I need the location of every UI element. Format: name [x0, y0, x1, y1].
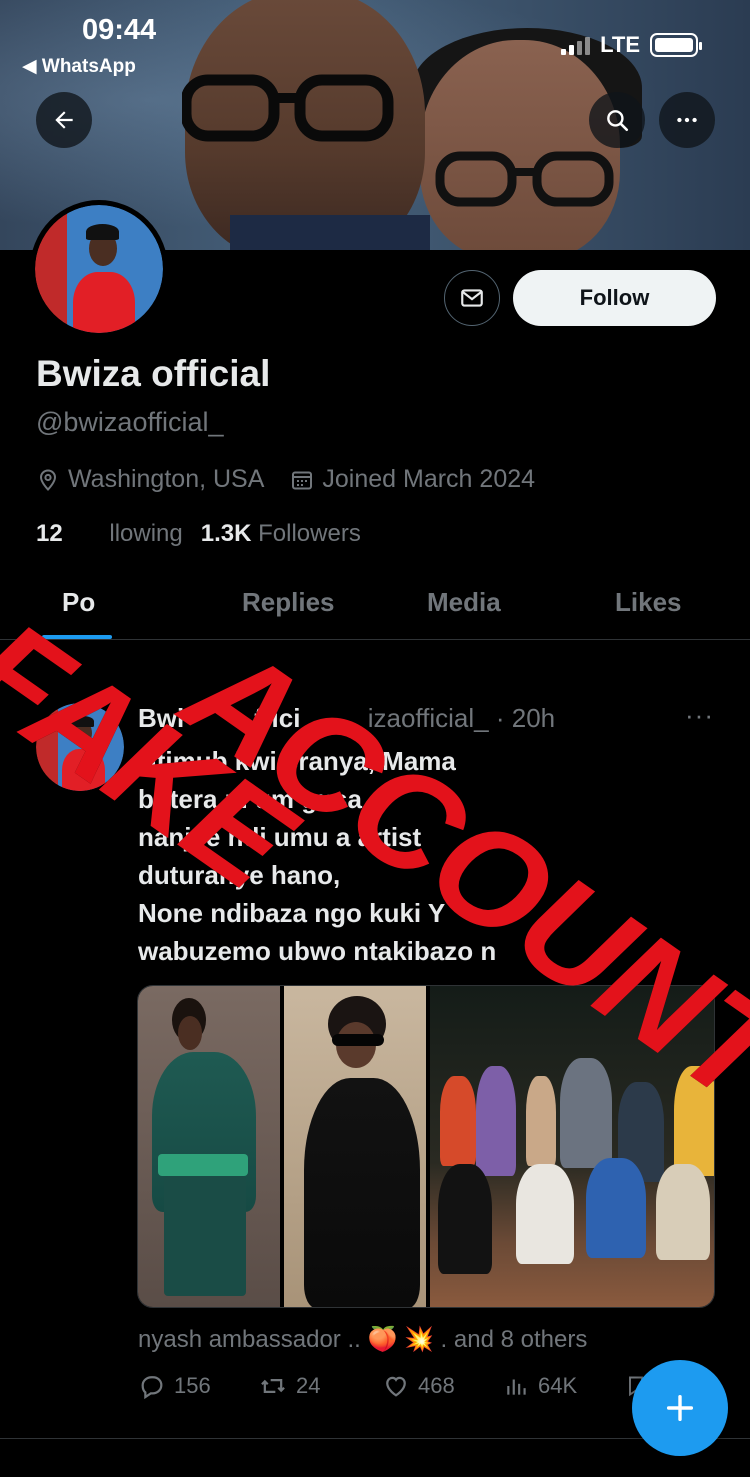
- like-button[interactable]: 468: [382, 1372, 455, 1400]
- post-text: Ntimub kwi eranya, Mama butera ni um gus…: [138, 742, 723, 970]
- tab-replies[interactable]: Replies: [242, 587, 335, 618]
- post-avatar[interactable]: [36, 703, 124, 791]
- location: Washington, USA: [36, 465, 264, 494]
- banner-person-2: [420, 40, 620, 250]
- more-horizontal-icon: [677, 117, 697, 123]
- post-line: None ndibaza ngo kuki Y: [138, 898, 446, 928]
- liked-by-text[interactable]: nyash ambassador .. 🍑 💥 . and 8 others: [138, 1325, 587, 1354]
- follow-counts: 12 llowing 1.3K Followers: [36, 520, 361, 548]
- search-button[interactable]: [589, 92, 645, 148]
- post-line: duturanye hano,: [138, 860, 341, 890]
- envelope-icon: [461, 289, 483, 307]
- search-icon: [607, 110, 629, 132]
- followers-count: 1.3K: [200, 520, 252, 547]
- compose-post-button[interactable]: [632, 1360, 728, 1456]
- post-more-button[interactable]: ···: [685, 700, 714, 731]
- post-line: nanjye ndi umu a artist: [138, 822, 422, 852]
- following-link[interactable]: 12 llowing: [36, 520, 183, 548]
- status-time: 09:44: [82, 14, 157, 46]
- location-pin-icon: [39, 468, 57, 491]
- post-divider: [0, 1438, 750, 1439]
- active-tab-indicator: [42, 635, 112, 639]
- repost-icon: [261, 1379, 285, 1393]
- profile-avatar[interactable]: [30, 200, 168, 338]
- profile-handle: @bwizaofficial_: [36, 407, 224, 437]
- following-count: 12: [36, 520, 63, 547]
- tab-posts[interactable]: Po: [62, 587, 95, 618]
- arrow-left-icon: [55, 111, 73, 129]
- message-button[interactable]: [444, 270, 500, 326]
- display-name: Bwiza official: [36, 353, 271, 394]
- post-actions: 156 24 468 64K: [138, 1372, 658, 1408]
- post-time: · 20h: [495, 703, 556, 733]
- more-options-button[interactable]: [659, 92, 715, 148]
- profile-meta: Washington, USA Joined March 2024: [36, 465, 561, 494]
- profile-tabs: Po Replies Media Likes: [0, 575, 750, 640]
- banner-person-2-glasses: [435, 151, 614, 207]
- like-count: 468: [418, 1373, 455, 1398]
- calendar-icon: [292, 471, 313, 489]
- views-button[interactable]: 64K: [504, 1372, 577, 1400]
- back-button[interactable]: [36, 92, 92, 148]
- post-author-name[interactable]: Bwi: [138, 703, 184, 733]
- views-chart-icon: [507, 1379, 526, 1395]
- network-label: LTE: [600, 32, 640, 57]
- signal-icon: [561, 35, 591, 55]
- banner-person-1-suit: [230, 215, 430, 250]
- heart-icon: [386, 1376, 406, 1397]
- tab-media[interactable]: Media: [427, 587, 501, 618]
- followers-label: Followers: [258, 520, 361, 547]
- followers-link[interactable]: 1.3K Followers: [201, 520, 361, 548]
- reply-button[interactable]: 156: [138, 1372, 211, 1400]
- media-photo-1[interactable]: [138, 986, 280, 1307]
- post-line: wabuzemo ubwo ntakibazo n: [138, 936, 497, 966]
- repost-button[interactable]: 24: [258, 1372, 320, 1400]
- follow-button[interactable]: Follow: [513, 270, 716, 326]
- post-author-name-tail: ffici: [254, 703, 301, 733]
- following-label: llowing: [109, 520, 183, 547]
- battery-icon: [650, 33, 702, 57]
- status-indicators: LTE: [561, 32, 702, 58]
- banner-person-1-glasses: [182, 74, 394, 142]
- reply-icon: [141, 1376, 163, 1400]
- media-photo-3[interactable]: [430, 986, 714, 1307]
- back-to-whatsapp-link[interactable]: ◀ WhatsApp: [22, 55, 136, 78]
- reply-count: 156: [174, 1373, 211, 1398]
- joined-date: Joined March 2024: [290, 465, 535, 494]
- location-text: Washington, USA: [68, 465, 265, 493]
- views-count: 64K: [538, 1373, 578, 1398]
- post-line: butera ni um gusa: [138, 784, 362, 814]
- joined-text: Joined March 2024: [322, 465, 536, 493]
- post-handle[interactable]: izaofficial_: [368, 703, 489, 733]
- media-photo-2[interactable]: [284, 986, 426, 1307]
- plus-icon: [666, 1394, 694, 1422]
- post-header: Bwi ffici izaofficial_ · 20h: [138, 703, 555, 734]
- repost-count: 24: [296, 1373, 321, 1398]
- tab-likes[interactable]: Likes: [615, 587, 682, 618]
- post-line: Ntimub kwi eranya, Mama: [138, 746, 456, 776]
- post-media[interactable]: [137, 985, 715, 1308]
